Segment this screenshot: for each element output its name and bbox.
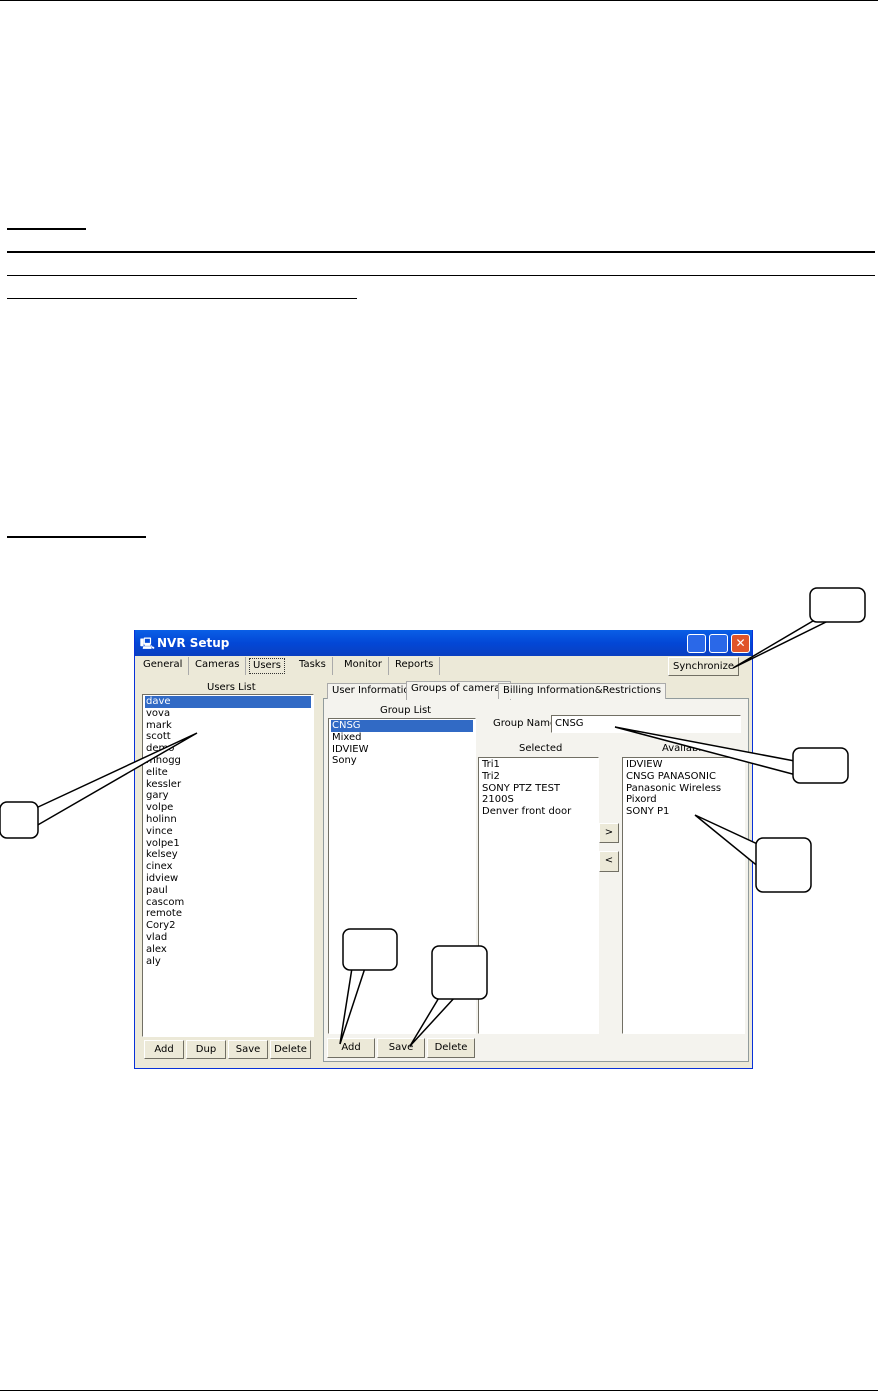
callout-group-name — [614, 726, 801, 777]
callout-users-list — [35, 732, 198, 828]
callout-overlay — [0, 587, 866, 1047]
callout-synchronize — [732, 617, 828, 669]
callout-box — [342, 928, 398, 971]
callout-box — [755, 837, 812, 893]
callout-box — [792, 747, 849, 784]
callout-save — [409, 995, 458, 1047]
callout-add — [339, 967, 367, 1045]
callout-box — [0, 801, 39, 839]
callout-box — [431, 945, 488, 1000]
callout-box — [809, 587, 866, 623]
